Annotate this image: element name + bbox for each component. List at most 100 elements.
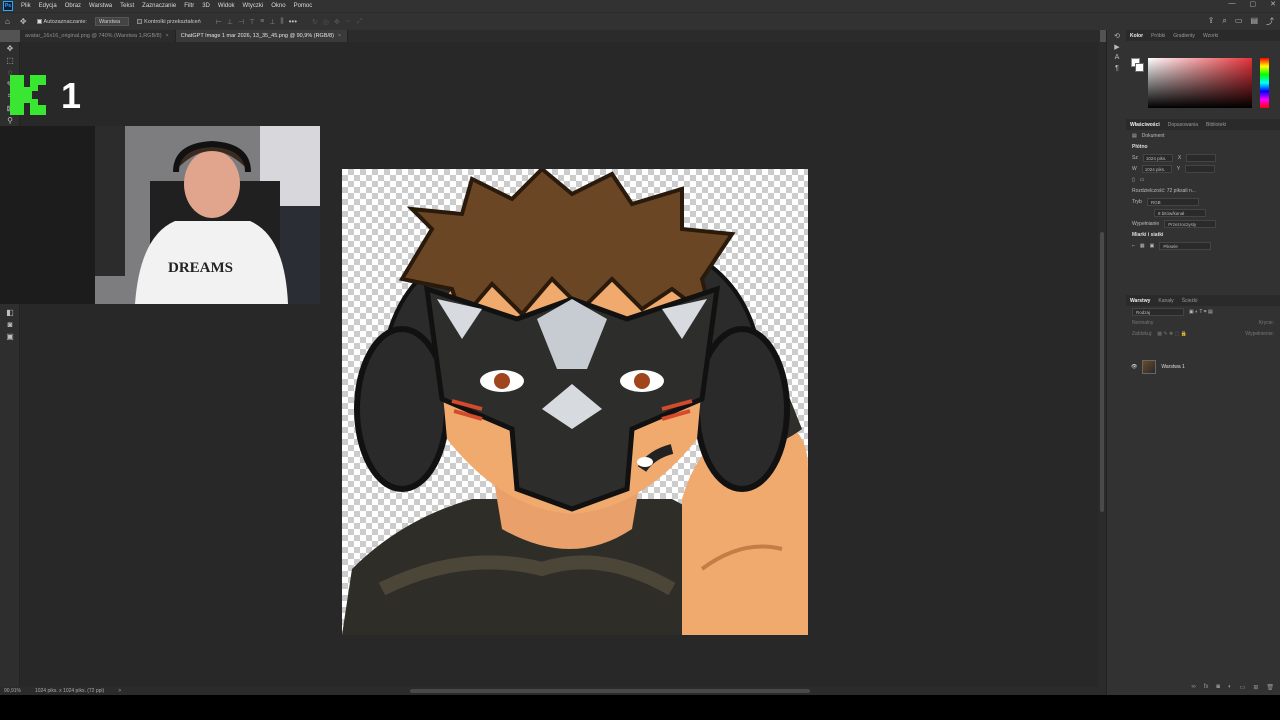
menu-plugins[interactable]: Wtyczki bbox=[239, 3, 268, 9]
new-layer-icon[interactable]: ⊞ bbox=[1253, 684, 1258, 691]
link-layers-icon[interactable]: ∞ bbox=[1191, 684, 1195, 691]
tab-properties[interactable]: Właściwości bbox=[1130, 122, 1160, 128]
menu-image[interactable]: Obraz bbox=[61, 3, 85, 9]
menu-edit[interactable]: Edycja bbox=[35, 3, 61, 9]
transform-controls-checkbox[interactable]: Kontrolki przekształceń bbox=[137, 19, 201, 25]
tab-libraries[interactable]: Biblioteki bbox=[1206, 122, 1226, 128]
tab-gradients[interactable]: Gradienty bbox=[1173, 33, 1195, 39]
status-menu-arrow[interactable]: > bbox=[118, 688, 121, 694]
mode-dropdown[interactable]: RGB bbox=[1146, 197, 1199, 206]
menu-3d[interactable]: 3D bbox=[198, 3, 214, 9]
vertical-scrollbar[interactable] bbox=[1098, 42, 1106, 687]
menu-help[interactable]: Pomoc bbox=[290, 3, 317, 9]
export-icon[interactable]: ⤴ bbox=[1266, 16, 1274, 27]
screen-mode-icon[interactable]: ▣ bbox=[0, 330, 20, 342]
3d-slide-icon[interactable]: ⇔ bbox=[345, 18, 352, 26]
workspace-icon[interactable]: ▭ bbox=[1235, 16, 1243, 27]
canvas-header[interactable]: Płótno bbox=[1132, 144, 1148, 150]
layer-mask-icon[interactable]: ◙ bbox=[1216, 684, 1220, 691]
move-tool-icon[interactable]: ✥ bbox=[20, 17, 27, 26]
align-left-icon[interactable]: ⊢ bbox=[216, 18, 222, 26]
x-field[interactable] bbox=[1186, 153, 1217, 162]
height-field[interactable]: 1024 piks. bbox=[1141, 164, 1172, 173]
search-icon[interactable]: ⌕ bbox=[1222, 16, 1226, 27]
3d-rotate-icon[interactable]: ↻ bbox=[312, 18, 318, 26]
document-canvas[interactable] bbox=[342, 169, 808, 635]
layer-row[interactable]: 👁 Warstwa 1 bbox=[1126, 359, 1280, 375]
actions-panel-icon[interactable]: ▶ bbox=[1107, 41, 1127, 52]
minimize-button[interactable]: — bbox=[1229, 0, 1236, 8]
grid-icon[interactable]: ▦ bbox=[1140, 243, 1145, 249]
guides-icon[interactable]: ▣ bbox=[1150, 243, 1155, 249]
lock-icons[interactable]: ▦ ✎ ✥ ⬚ 🔒 bbox=[1157, 331, 1187, 337]
auto-select-mode-dropdown[interactable]: Warstwa bbox=[94, 17, 130, 26]
foreground-background-color-icon[interactable]: ◧ bbox=[0, 306, 20, 318]
character-panel-icon[interactable]: A bbox=[1107, 52, 1127, 63]
delete-layer-icon[interactable]: 🗑 bbox=[1266, 684, 1274, 691]
background-swatch[interactable] bbox=[1135, 63, 1144, 72]
bit-depth-dropdown[interactable]: 8 bitów/kanał bbox=[1154, 208, 1206, 217]
menu-type[interactable]: Tekst bbox=[116, 3, 138, 9]
menu-window[interactable]: Okno bbox=[267, 3, 289, 9]
3d-roll-icon[interactable]: ◎ bbox=[323, 18, 329, 26]
more-options-button[interactable]: ••• bbox=[289, 17, 297, 26]
ruler-icon[interactable]: ⌐ bbox=[1132, 243, 1135, 249]
align-center-icon[interactable]: ⊥ bbox=[227, 18, 233, 26]
layer-kind-filter[interactable]: Rodzaj bbox=[1132, 307, 1184, 316]
tab-patterns[interactable]: Wzorki bbox=[1203, 33, 1218, 39]
layout-icon[interactable]: ▤ bbox=[1250, 16, 1258, 27]
tab-adjustments[interactable]: Dopasowania bbox=[1168, 122, 1198, 128]
paragraph-panel-icon[interactable]: ¶ bbox=[1107, 63, 1127, 74]
3d-scale-icon[interactable]: ⤢ bbox=[357, 18, 363, 26]
orientation-landscape-icon[interactable]: ▭ bbox=[1140, 177, 1145, 183]
zoom-level[interactable]: 90,91% bbox=[4, 688, 21, 694]
move-tool-icon[interactable]: ✥ bbox=[0, 42, 20, 54]
y-field[interactable] bbox=[1185, 164, 1216, 173]
home-icon[interactable]: ⌂ bbox=[5, 17, 10, 26]
align-right-icon[interactable]: ⊣ bbox=[238, 18, 244, 26]
menu-filter[interactable]: Filtr bbox=[180, 3, 198, 9]
close-tab-icon[interactable]: × bbox=[338, 33, 341, 39]
history-panel-icon[interactable]: ⟲ bbox=[1107, 30, 1127, 41]
layer-style-icon[interactable]: fx bbox=[1204, 684, 1209, 691]
close-window-button[interactable]: ✕ bbox=[1270, 0, 1276, 8]
align-bottom-icon[interactable]: ⊥ bbox=[269, 18, 275, 26]
close-tab-icon[interactable]: × bbox=[166, 33, 169, 39]
tab-avatar-original[interactable]: avatar_16x16_original.png @ 740% (Warstw… bbox=[20, 30, 176, 42]
new-group-icon[interactable]: ▭ bbox=[1240, 684, 1246, 691]
auto-select-checkbox[interactable]: Autozaznaczanie: bbox=[36, 19, 87, 25]
quick-mask-icon[interactable]: ◙ bbox=[0, 318, 20, 330]
align-top-icon[interactable]: ⊤ bbox=[249, 18, 255, 26]
menu-file[interactable]: Plik bbox=[17, 3, 35, 9]
share-icon[interactable]: ⇪ bbox=[1208, 16, 1215, 27]
menu-select[interactable]: Zaznaczanie bbox=[138, 3, 180, 9]
adjustment-layer-icon[interactable]: ◐ bbox=[1228, 684, 1232, 691]
scroll-thumb[interactable] bbox=[410, 689, 810, 693]
tab-chatgpt-image[interactable]: ChatGPT Image 1 mar 2026, 13_35_45.png @… bbox=[175, 30, 349, 42]
marquee-tool-icon[interactable]: ⬚ bbox=[0, 54, 20, 66]
maximize-button[interactable]: ▢ bbox=[1250, 0, 1257, 8]
orientation-portrait-icon[interactable]: ▯ bbox=[1132, 177, 1135, 183]
units-dropdown[interactable]: Piksele bbox=[1159, 241, 1212, 250]
menu-layer[interactable]: Warstwa bbox=[85, 3, 116, 9]
tab-channels[interactable]: Kanały bbox=[1158, 298, 1173, 304]
filter-icons[interactable]: ▣ ◐ T ⌗ ▤ bbox=[1189, 309, 1213, 315]
scroll-thumb[interactable] bbox=[1100, 232, 1104, 512]
width-field[interactable]: 1024 piks. bbox=[1142, 153, 1173, 162]
layer-name[interactable]: Warstwa 1 bbox=[1161, 364, 1184, 370]
menu-view[interactable]: Widok bbox=[214, 3, 239, 9]
tab-paths[interactable]: Ścieżki bbox=[1182, 298, 1198, 304]
distribute-icon[interactable]: ⫼ bbox=[280, 18, 283, 26]
color-picker-field[interactable] bbox=[1148, 58, 1252, 108]
rulers-grids-header[interactable]: Miarki i siatki bbox=[1132, 232, 1163, 238]
blend-mode-dropdown[interactable]: Normalny bbox=[1132, 320, 1153, 326]
3d-pan-icon[interactable]: ✥ bbox=[334, 18, 340, 26]
tab-swatches[interactable]: Próbki bbox=[1151, 33, 1165, 39]
visibility-eye-icon[interactable]: 👁 bbox=[1131, 364, 1137, 370]
tab-color[interactable]: Kolor bbox=[1130, 33, 1143, 39]
align-middle-icon[interactable]: ≡ bbox=[260, 18, 264, 26]
fill-dropdown[interactable]: Przezroczysty bbox=[1164, 219, 1217, 228]
checkbox-box bbox=[36, 19, 42, 24]
hue-slider[interactable] bbox=[1260, 58, 1269, 108]
tab-layers[interactable]: Warstwy bbox=[1130, 298, 1150, 304]
